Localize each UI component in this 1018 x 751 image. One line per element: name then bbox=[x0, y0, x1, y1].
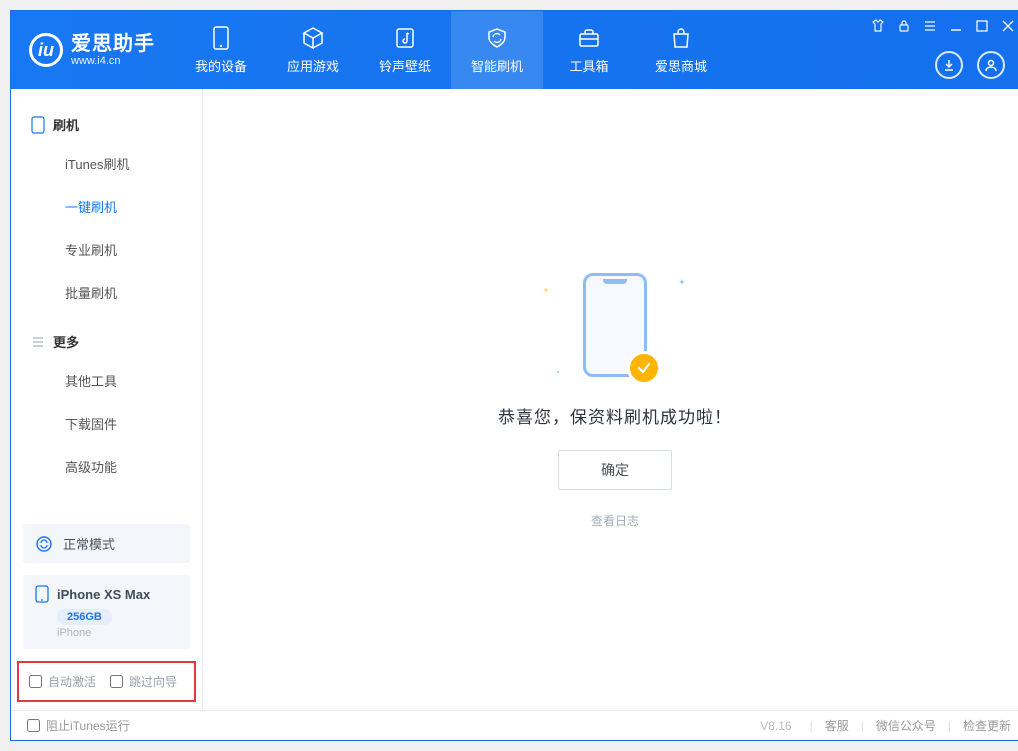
tab-label: 我的设备 bbox=[195, 56, 247, 75]
close-icon[interactable] bbox=[1001, 19, 1013, 31]
sidebar-group-more: 更多 bbox=[11, 324, 202, 359]
tab-my-device[interactable]: 我的设备 bbox=[175, 11, 267, 89]
tab-label: 工具箱 bbox=[569, 56, 608, 75]
skip-guide-checkbox[interactable]: 跳过向导 bbox=[110, 673, 177, 690]
music-note-icon bbox=[393, 26, 417, 50]
minimize-icon[interactable] bbox=[949, 19, 961, 31]
device-info[interactable]: iPhone XS Max 256GB iPhone bbox=[23, 575, 190, 649]
cube-icon bbox=[301, 26, 325, 50]
app-subtitle: www.i4.cn bbox=[71, 55, 155, 67]
app-title: 爱思助手 bbox=[71, 33, 155, 55]
tab-smart-flash[interactable]: 智能刷机 bbox=[451, 11, 543, 89]
tab-label: 应用游戏 bbox=[287, 56, 339, 75]
tab-toolbox[interactable]: 工具箱 bbox=[543, 11, 635, 89]
sidebar-item-pro-flash[interactable]: 专业刷机 bbox=[11, 228, 202, 271]
tab-label: 爱思商城 bbox=[655, 56, 707, 75]
sparkle-icon bbox=[679, 279, 685, 285]
user-button[interactable] bbox=[977, 51, 1005, 79]
main-content: 恭喜您，保资料刷机成功啦！ 确定 查看日志 bbox=[203, 89, 1018, 710]
sidebar-item-download-firmware[interactable]: 下载固件 bbox=[11, 402, 202, 445]
tab-ringtones-wallpapers[interactable]: 铃声壁纸 bbox=[359, 11, 451, 89]
ok-button[interactable]: 确定 bbox=[558, 450, 672, 490]
refresh-shield-icon bbox=[485, 26, 509, 50]
sync-icon bbox=[35, 535, 53, 553]
titlebar: iu 爱思助手 www.i4.cn 我的设备 应用游戏 bbox=[11, 11, 1018, 89]
device-icon bbox=[35, 585, 49, 603]
device-type: iPhone bbox=[57, 627, 178, 639]
lock-icon[interactable] bbox=[897, 19, 909, 31]
block-itunes-checkbox[interactable]: 阻止iTunes运行 bbox=[27, 717, 130, 734]
phone-icon bbox=[209, 26, 233, 50]
success-message: 恭喜您，保资料刷机成功啦！ bbox=[498, 403, 732, 428]
logo-area: iu 爱思助手 www.i4.cn bbox=[29, 11, 175, 89]
sidebar-item-itunes-flash[interactable]: iTunes刷机 bbox=[11, 142, 202, 185]
tab-label: 智能刷机 bbox=[471, 56, 523, 75]
sidebar-item-onekey-flash[interactable]: 一键刷机 bbox=[11, 185, 202, 228]
sidebar: 刷机 iTunes刷机 一键刷机 专业刷机 批量刷机 更多 其他工具 下载固件 … bbox=[11, 89, 203, 710]
bag-icon bbox=[669, 26, 693, 50]
sidebar-item-other-tools[interactable]: 其他工具 bbox=[11, 359, 202, 402]
success-illustration bbox=[579, 271, 651, 381]
tab-store[interactable]: 爱思商城 bbox=[635, 11, 727, 89]
view-log-link[interactable]: 查看日志 bbox=[591, 512, 639, 529]
app-window: iu 爱思助手 www.i4.cn 我的设备 应用游戏 bbox=[10, 10, 1018, 741]
statusbar: 阻止iTunes运行 V8.16 | 客服 | 微信公众号 | 检查更新 bbox=[11, 710, 1018, 740]
menu-icon[interactable] bbox=[923, 19, 935, 31]
check-badge-icon bbox=[627, 351, 661, 385]
sparkle-icon bbox=[555, 369, 561, 375]
options-highlight-box: 自动激活 跳过向导 bbox=[17, 661, 196, 702]
logo-icon: iu bbox=[29, 33, 63, 67]
shirt-icon[interactable] bbox=[871, 19, 883, 31]
mode-label: 正常模式 bbox=[63, 534, 115, 553]
tab-label: 铃声壁纸 bbox=[379, 56, 431, 75]
support-link[interactable]: 客服 bbox=[825, 717, 849, 734]
list-icon bbox=[31, 335, 45, 349]
storage-badge: 256GB bbox=[57, 609, 112, 625]
maximize-icon[interactable] bbox=[975, 19, 987, 31]
check-update-link[interactable]: 检查更新 bbox=[963, 717, 1011, 734]
sidebar-item-batch-flash[interactable]: 批量刷机 bbox=[11, 271, 202, 314]
wechat-link[interactable]: 微信公众号 bbox=[876, 717, 936, 734]
auto-activate-checkbox[interactable]: 自动激活 bbox=[29, 673, 96, 690]
version-label: V8.16 bbox=[760, 719, 791, 733]
sidebar-group-flash: 刷机 bbox=[11, 107, 202, 142]
tab-apps-games[interactable]: 应用游戏 bbox=[267, 11, 359, 89]
phone-outline-icon bbox=[31, 116, 45, 134]
sparkle-icon bbox=[543, 287, 549, 293]
mode-status: 正常模式 bbox=[23, 524, 190, 563]
download-button[interactable] bbox=[935, 51, 963, 79]
toolbox-icon bbox=[577, 26, 601, 50]
device-name-label: iPhone XS Max bbox=[57, 587, 150, 602]
top-tabs: 我的设备 应用游戏 铃声壁纸 智能刷机 bbox=[175, 11, 727, 89]
body: 刷机 iTunes刷机 一键刷机 专业刷机 批量刷机 更多 其他工具 下载固件 … bbox=[11, 89, 1018, 710]
sidebar-item-advanced[interactable]: 高级功能 bbox=[11, 445, 202, 488]
